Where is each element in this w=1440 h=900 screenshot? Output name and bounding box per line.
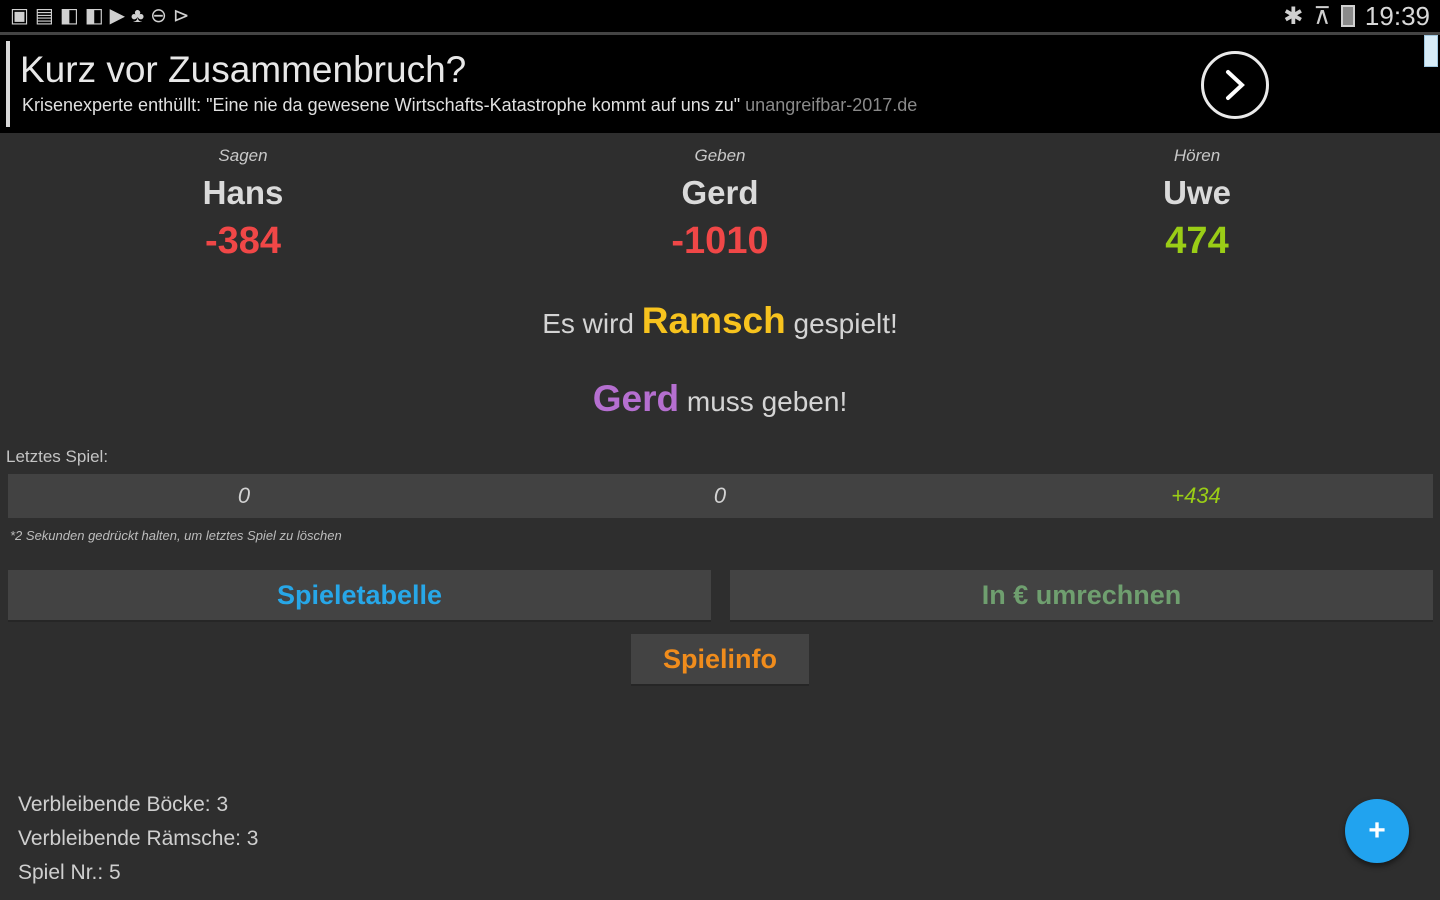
battery-icon bbox=[1340, 5, 1355, 27]
last-game-value: +434 bbox=[1171, 483, 1221, 508]
player-role: Geben bbox=[694, 146, 746, 165]
status-time: 19:39 bbox=[1364, 0, 1430, 31]
ad-url[interactable]: unangreifbar-2017.de bbox=[745, 95, 917, 115]
player-name: Gerd bbox=[681, 174, 759, 211]
game-type-suffix: gespielt! bbox=[793, 308, 898, 339]
player-name: Hans bbox=[202, 174, 284, 211]
play-store-icon: ▶ bbox=[109, 5, 126, 27]
gallery-icon: ▤ bbox=[34, 5, 54, 27]
ad-banner[interactable]: Kurz vor Zusammenbruch? Krisenexperte en… bbox=[0, 35, 1440, 133]
ad-title[interactable]: Kurz vor Zusammenbruch? bbox=[20, 49, 466, 91]
ad-accent-bar bbox=[6, 41, 10, 127]
player-name: Uwe bbox=[1163, 174, 1231, 211]
wifi-icon: ⊼ bbox=[1313, 2, 1331, 30]
spielinfo-button[interactable]: Spielinfo bbox=[631, 634, 809, 684]
player-role: Hören bbox=[1173, 146, 1221, 165]
game-type-highlight: Ramsch bbox=[641, 300, 786, 341]
player-score: 474 bbox=[1165, 220, 1229, 262]
last-game-value: 0 bbox=[713, 483, 727, 508]
add-game-button[interactable]: + bbox=[1345, 799, 1409, 863]
dealer-suffix: muss geben! bbox=[686, 386, 848, 417]
game-type-message: Es wird Ramsch gespielt! bbox=[0, 300, 1440, 342]
bluetooth-icon: ✱ bbox=[1283, 2, 1304, 30]
dealer-message: Gerd muss geben! bbox=[0, 378, 1440, 420]
game-number: Spiel Nr.: 5 bbox=[18, 861, 121, 884]
player-1: Geben Gerd -1010 bbox=[570, 140, 870, 263]
app-f1-icon: ◧ bbox=[59, 5, 79, 27]
plus-icon: + bbox=[1368, 814, 1386, 847]
ad-text[interactable]: Krisenexperte enthüllt: "Eine nie da gew… bbox=[22, 95, 917, 116]
alarm-icon: ♣ bbox=[131, 5, 145, 27]
player-score: -1010 bbox=[671, 220, 769, 262]
last-game-hint: *2 Sekunden gedrückt halten, um letztes … bbox=[10, 528, 342, 543]
media-icon: ⊳ bbox=[172, 5, 190, 27]
chevron-right-icon bbox=[1226, 70, 1245, 100]
spieletabelle-button[interactable]: Spieletabelle bbox=[8, 570, 711, 620]
player-score: -384 bbox=[204, 220, 282, 262]
game-stats: Verbleibende Böcke: 3 Verbleibende Rämsc… bbox=[18, 788, 259, 890]
convert-euro-button[interactable]: In € umrechnen bbox=[730, 570, 1433, 620]
notification-icons: ▣ ▤ ◧ ◧ ▶ ♣ ⊖ ⊳ bbox=[10, 6, 190, 26]
player-2: Hören Uwe 474 bbox=[1047, 140, 1347, 263]
last-game-row[interactable]: 0 0 +434 bbox=[8, 474, 1433, 518]
remaining-boecke: Verbleibende Böcke: 3 bbox=[18, 793, 229, 816]
ad-description: Krisenexperte enthüllt: "Eine nie da gew… bbox=[22, 95, 741, 115]
remaining-raemsche: Verbleibende Rämsche: 3 bbox=[18, 827, 259, 850]
notification-1-icon: ▣ bbox=[10, 5, 29, 27]
ad-info-icon[interactable] bbox=[1424, 35, 1438, 67]
player-0: Sagen Hans -384 bbox=[93, 140, 393, 263]
dnd-icon: ⊖ bbox=[150, 5, 167, 27]
status-bar: ▣ ▤ ◧ ◧ ▶ ♣ ⊖ ⊳ ✱ ⊼ 19:39 bbox=[0, 0, 1440, 32]
ad-open-button[interactable] bbox=[1201, 51, 1269, 119]
app-f2-icon: ◧ bbox=[84, 5, 104, 27]
player-role: Sagen bbox=[218, 146, 268, 165]
last-game-label: Letztes Spiel: bbox=[6, 447, 109, 466]
last-game-value: 0 bbox=[237, 483, 251, 508]
dealer-name: Gerd bbox=[592, 378, 680, 419]
players-panel: Sagen Hans -384 Geben Gerd -1010 Hören U… bbox=[0, 140, 1440, 280]
game-type-prefix: Es wird bbox=[542, 308, 634, 339]
